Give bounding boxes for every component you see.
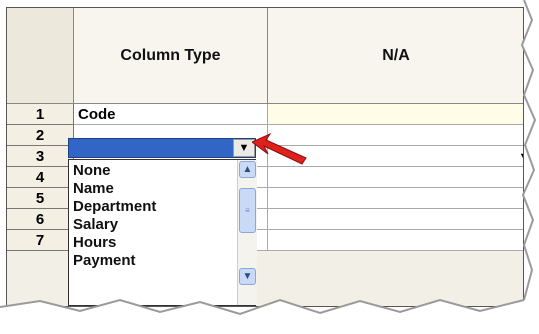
- torn-edge-decoration: [0, 0, 539, 334]
